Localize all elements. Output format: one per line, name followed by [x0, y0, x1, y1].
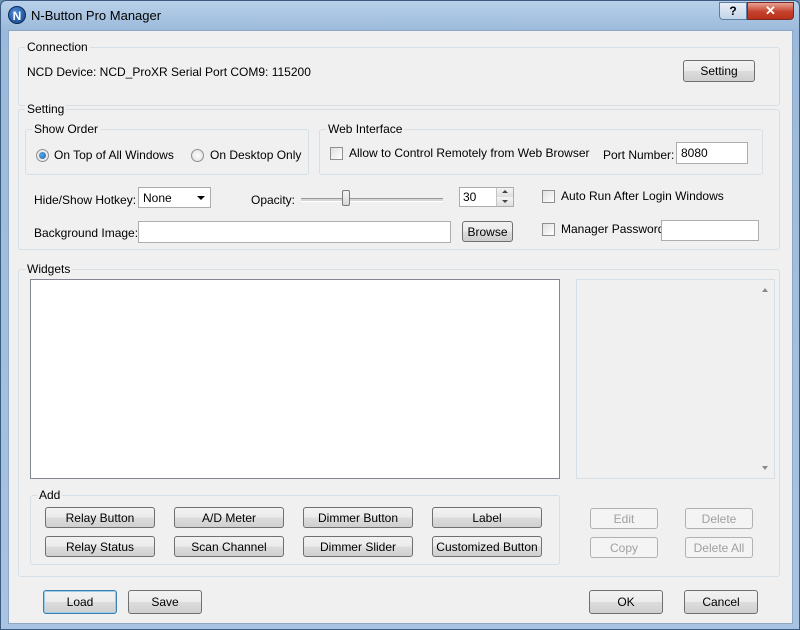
edit-button[interactable]: Edit	[590, 508, 658, 529]
title-bar[interactable]: N N-Button Pro Manager ? ✕	[1, 1, 799, 29]
auto-run-label[interactable]: Auto Run After Login Windows	[561, 189, 724, 203]
on-top-label[interactable]: On Top of All Windows	[54, 148, 174, 162]
hotkey-label: Hide/Show Hotkey:	[34, 193, 137, 207]
ok-button[interactable]: OK	[589, 590, 663, 614]
properties-scrollbar[interactable]	[757, 280, 774, 478]
close-button[interactable]: ✕	[747, 2, 794, 20]
add-scan-channel-button[interactable]: Scan Channel	[174, 536, 284, 557]
opacity-spinner[interactable]: 30	[459, 187, 514, 207]
app-logo-icon: N	[8, 6, 26, 24]
add-label-button[interactable]: Label	[432, 507, 542, 528]
arrow-down-icon	[502, 200, 508, 203]
hotkey-dropdown[interactable]: None	[138, 187, 211, 208]
port-number-input[interactable]: 8080	[676, 142, 748, 164]
manager-password-input[interactable]	[661, 220, 759, 241]
main-window: N N-Button Pro Manager ? ✕ Connection NC…	[0, 0, 800, 630]
help-button[interactable]: ?	[719, 2, 747, 20]
web-interface-legend: Web Interface	[326, 122, 405, 136]
opacity-slider-thumb[interactable]	[342, 190, 350, 206]
add-relay-button-button[interactable]: Relay Button	[45, 507, 155, 528]
show-order-legend: Show Order	[32, 122, 101, 136]
add-relay-status-button[interactable]: Relay Status	[45, 536, 155, 557]
scroll-up-icon[interactable]	[762, 288, 768, 292]
browse-button[interactable]: Browse	[462, 221, 513, 242]
delete-all-button[interactable]: Delete All	[685, 537, 753, 558]
web-interface-group: Web Interface Allow to Control Remotely …	[319, 122, 763, 175]
chevron-down-icon	[197, 196, 205, 200]
add-legend: Add	[37, 488, 63, 502]
opacity-spin-buttons	[496, 188, 513, 206]
connection-status-text: NCD Device: NCD_ProXR Serial Port COM9: …	[27, 65, 311, 79]
manager-password-label[interactable]: Manager Password	[561, 222, 664, 236]
background-image-label: Background Image:	[34, 226, 139, 240]
load-button[interactable]: Load	[43, 590, 117, 614]
on-desktop-radio[interactable]	[191, 149, 204, 162]
widget-properties-panel[interactable]	[576, 279, 775, 479]
hotkey-value: None	[143, 191, 172, 205]
save-button[interactable]: Save	[128, 590, 202, 614]
opacity-value: 30	[463, 190, 477, 204]
cancel-button[interactable]: Cancel	[684, 590, 758, 614]
port-number-label: Port Number:	[603, 148, 675, 162]
widgets-group: Widgets Add Relay Button A/D Meter Dimme…	[18, 262, 780, 577]
add-dimmer-slider-button[interactable]: Dimmer Slider	[303, 536, 413, 557]
on-desktop-label[interactable]: On Desktop Only	[210, 148, 301, 162]
show-order-group: Show Order On Top of All Windows On Desk…	[25, 122, 309, 175]
add-customized-button-button[interactable]: Customized Button	[432, 536, 542, 557]
arrow-up-icon	[502, 190, 508, 193]
copy-button[interactable]: Copy	[590, 537, 658, 558]
add-ad-meter-button[interactable]: A/D Meter	[174, 507, 284, 528]
widgets-legend: Widgets	[25, 262, 73, 276]
manager-password-checkbox[interactable]	[542, 223, 555, 236]
allow-remote-checkbox[interactable]	[330, 147, 343, 160]
connection-legend: Connection	[25, 40, 90, 54]
delete-button[interactable]: Delete	[685, 508, 753, 529]
setting-group: Setting Show Order On Top of All Windows…	[18, 102, 780, 250]
widgets-canvas[interactable]	[30, 279, 560, 479]
opacity-slider-track[interactable]	[301, 198, 443, 202]
window-title: N-Button Pro Manager	[31, 8, 162, 23]
connection-group: Connection NCD Device: NCD_ProXR Serial …	[18, 40, 780, 106]
add-dimmer-button-button[interactable]: Dimmer Button	[303, 507, 413, 528]
spin-down-button[interactable]	[497, 197, 513, 206]
auto-run-checkbox[interactable]	[542, 190, 555, 203]
setting-legend: Setting	[25, 102, 67, 116]
dialog-client-area: Connection NCD Device: NCD_ProXR Serial …	[8, 30, 793, 624]
scroll-down-icon[interactable]	[762, 466, 768, 470]
allow-remote-label[interactable]: Allow to Control Remotely from Web Brows…	[349, 146, 590, 160]
add-group: Add Relay Button A/D Meter Dimmer Button…	[30, 488, 560, 565]
opacity-label: Opacity:	[251, 193, 296, 207]
on-top-radio[interactable]	[36, 149, 49, 162]
connection-setting-button[interactable]: Setting	[683, 60, 755, 82]
background-image-input[interactable]	[138, 221, 451, 243]
